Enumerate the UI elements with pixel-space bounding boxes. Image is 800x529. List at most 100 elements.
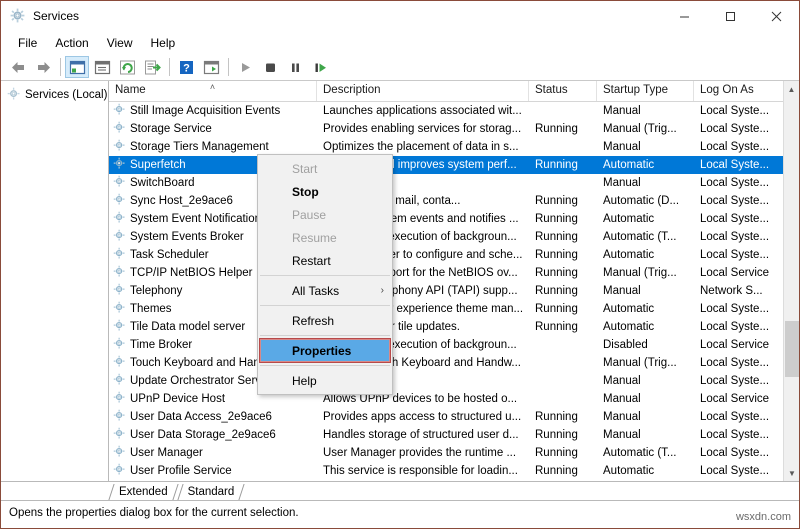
table-row[interactable]: SuperfetchMaintains and improves system … <box>109 156 799 174</box>
table-row[interactable]: System Events BrokerCoordinates executio… <box>109 228 799 246</box>
table-row[interactable]: Tile Data model serverTile Server for ti… <box>109 318 799 336</box>
vertical-scrollbar[interactable]: ▲ ▼ <box>783 81 799 481</box>
service-status-cell: Running <box>529 123 597 135</box>
table-row[interactable]: Storage Tiers ManagementOptimizes the pl… <box>109 138 799 156</box>
menu-help[interactable]: Help <box>142 34 185 52</box>
service-logon-cell: Local Service <box>694 393 784 405</box>
show-hide-console-tree-icon[interactable] <box>65 56 89 78</box>
stop-service-icon[interactable] <box>258 56 282 78</box>
scrollbar-thumb[interactable] <box>785 321 799 377</box>
scroll-down-arrow[interactable]: ▼ <box>784 465 799 481</box>
maximize-button[interactable] <box>707 1 753 31</box>
table-row[interactable]: System Event NotificationMonitors system… <box>109 210 799 228</box>
service-name-label: Superfetch <box>130 159 186 171</box>
sidebar-item-services-local[interactable]: Services (Local) <box>1 86 108 104</box>
service-name-cell: User Data Storage_2e9ace6 <box>109 427 317 443</box>
service-name-label: System Events Broker <box>130 231 244 243</box>
service-name-label: SwitchBoard <box>130 177 195 189</box>
table-row[interactable]: ThemesProvides user experience theme man… <box>109 300 799 318</box>
table-row[interactable]: TCP/IP NetBIOS HelperProvides support fo… <box>109 264 799 282</box>
table-row[interactable]: User Profile ServiceThis service is resp… <box>109 462 799 480</box>
column-header-startup-type[interactable]: Startup Type <box>597 81 694 101</box>
back-icon[interactable] <box>6 56 30 78</box>
table-row[interactable]: User Data Access_2e9ace6Provides apps ac… <box>109 408 799 426</box>
svg-text:?: ? <box>183 62 190 74</box>
menu-view[interactable]: View <box>98 34 142 52</box>
service-description-cell: Launches applications associated wit... <box>317 105 529 117</box>
service-logon-cell: Local Syste... <box>694 105 784 117</box>
status-bar: Opens the properties dialog box for the … <box>1 500 799 525</box>
services-window: Services FileActionViewHelp ? <box>0 0 800 529</box>
menu-file[interactable]: File <box>9 34 46 52</box>
table-row[interactable]: Update Orchestrator Service for Windows … <box>109 372 799 390</box>
table-row[interactable]: User Data Storage_2e9ace6 Handles storage… <box>109 426 799 444</box>
table-row[interactable]: Time BrokerCoordinates execution of back… <box>109 336 799 354</box>
column-header-log-on-as[interactable]: Log On As <box>694 81 784 101</box>
service-description-cell: This service is responsible for loadin..… <box>317 465 529 477</box>
context-menu-restart[interactable]: Restart <box>258 249 392 272</box>
context-menu-refresh[interactable]: Refresh <box>258 309 392 332</box>
context-menu-item-label: Start <box>292 162 317 176</box>
context-menu-help[interactable]: Help <box>258 369 392 392</box>
service-logon-cell: Local Syste... <box>694 213 784 225</box>
context-menu-properties[interactable]: Properties <box>260 339 390 362</box>
help-icon[interactable]: ? <box>174 56 198 78</box>
service-description-cell: Handles storage of structured user d... <box>317 429 529 441</box>
close-button[interactable] <box>753 1 799 31</box>
service-gear-icon <box>113 373 126 389</box>
table-row[interactable]: TelephonyProvides Telephony API (TAPI) s… <box>109 282 799 300</box>
context-menu-all-tasks[interactable]: All Tasks› <box>258 279 392 302</box>
service-startup-type-cell: Automatic (D... <box>597 195 694 207</box>
show-action-pane-icon[interactable] <box>199 56 223 78</box>
pause-service-icon[interactable] <box>283 56 307 78</box>
service-gear-icon <box>113 463 126 479</box>
table-row[interactable]: Storage ServiceProvides enabling service… <box>109 120 799 138</box>
tab-edge-left <box>177 484 183 500</box>
table-row[interactable]: Task SchedulerEnables a user to configur… <box>109 246 799 264</box>
table-row[interactable]: SwitchBoardManualLocal Syste... <box>109 174 799 192</box>
forward-icon[interactable] <box>31 56 55 78</box>
service-logon-cell: Local Syste... <box>694 429 784 441</box>
service-startup-type-cell: Automatic <box>597 249 694 261</box>
column-header-label: Log On As <box>700 84 754 96</box>
tab-standard[interactable]: Standard <box>178 485 245 500</box>
column-header-description[interactable]: Description <box>317 81 529 101</box>
context-menu-start: Start <box>258 157 392 180</box>
service-startup-type-cell: Manual <box>597 285 694 297</box>
service-name-label: Tile Data model server <box>130 321 245 333</box>
refresh-icon[interactable] <box>115 56 139 78</box>
context-menu-stop[interactable]: Stop <box>258 180 392 203</box>
console-tree-pane: Services (Local) <box>1 81 109 481</box>
restart-service-icon[interactable] <box>308 56 332 78</box>
table-row[interactable]: UPnP Device HostAllows UPnP devices to b… <box>109 390 799 408</box>
minimize-button[interactable] <box>661 1 707 31</box>
services-gear-icon <box>10 8 26 24</box>
service-name-label: User Data Storage_2e9ace6 <box>130 429 276 441</box>
column-header-status[interactable]: Status <box>529 81 597 101</box>
context-menu-item-label: All Tasks <box>292 284 339 298</box>
service-status-cell: Running <box>529 447 597 459</box>
start-service-icon[interactable] <box>233 56 257 78</box>
table-row[interactable]: Sync Host_2e9ace6Synchronizes mail, cont… <box>109 192 799 210</box>
service-name-label: Task Scheduler <box>130 249 209 261</box>
sidebar-item-label: Services (Local) <box>25 89 107 101</box>
context-menu-item-label: Pause <box>292 208 326 222</box>
table-row[interactable]: User ManagerUser Manager provides the ru… <box>109 444 799 462</box>
separator-2 <box>169 58 170 76</box>
service-name-label: TCP/IP NetBIOS Helper <box>130 267 253 279</box>
service-logon-cell: Local Syste... <box>694 177 784 189</box>
table-row[interactable]: Virtual DiskProvides management services… <box>109 480 799 481</box>
properties-icon[interactable] <box>90 56 114 78</box>
service-logon-cell: Local Syste... <box>694 141 784 153</box>
table-row[interactable]: Still Image Acquisition EventsLaunches a… <box>109 102 799 120</box>
tab-extended[interactable]: Extended <box>109 485 178 500</box>
service-logon-cell: Local Syste... <box>694 465 784 477</box>
context-menu-item-label: Help <box>292 374 317 388</box>
export-list-icon[interactable] <box>140 56 164 78</box>
window-controls <box>661 1 799 31</box>
table-row[interactable]: Touch Keyboard and Hand...Enables Touch … <box>109 354 799 372</box>
menu-action[interactable]: Action <box>46 34 97 52</box>
column-header-name[interactable]: Name˄ <box>109 81 317 101</box>
scroll-up-arrow[interactable]: ▲ <box>784 81 799 97</box>
service-startup-type-cell: Manual <box>597 411 694 423</box>
